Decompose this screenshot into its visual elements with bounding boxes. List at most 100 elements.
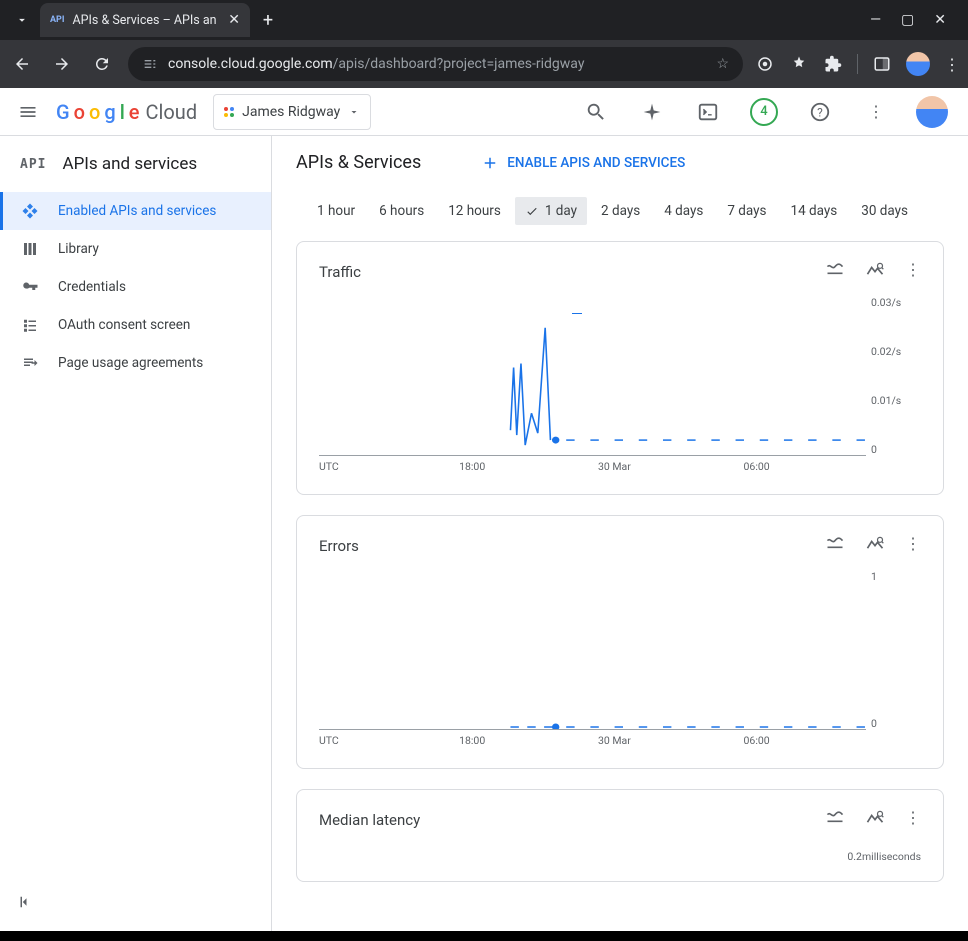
- page-title: APIs & Services: [296, 152, 421, 173]
- search-icon[interactable]: [576, 92, 616, 132]
- svg-text:?: ?: [817, 105, 823, 119]
- chart-title: Median latency: [319, 811, 825, 829]
- cloud-shell-icon[interactable]: [688, 92, 728, 132]
- window-controls: — ▢ ✕: [870, 12, 960, 28]
- api-logo-icon: API: [20, 157, 46, 172]
- chart-more-icon[interactable]: ⋮: [905, 808, 921, 832]
- minimize-icon[interactable]: —: [870, 12, 881, 28]
- tab-bar: API APIs & Services – APIs an ✕ + — ▢ ✕: [0, 0, 968, 40]
- maximize-icon[interactable]: ▢: [901, 12, 914, 28]
- key-icon: [20, 278, 40, 296]
- browser-chrome: API APIs & Services – APIs an ✕ + — ▢ ✕ …: [0, 0, 968, 88]
- browser-profile-avatar[interactable]: [906, 52, 930, 76]
- errors-chart: 1 0 UTC 18:00 30 Mar 06:00: [319, 570, 921, 750]
- gcp-header: GoogleCloud James Ridgway 4 ? ⋮: [0, 88, 968, 136]
- browser-nav-bar: console.cloud.google.com/apis/dashboard?…: [0, 40, 968, 88]
- diamond-icon: [20, 202, 40, 220]
- enable-apis-button[interactable]: ENABLE APIS AND SERVICES: [481, 154, 685, 172]
- explore-icon[interactable]: [865, 808, 885, 832]
- time-option-6hours[interactable]: 6 hours: [369, 197, 434, 225]
- back-button[interactable]: [8, 50, 36, 78]
- legend-toggle-icon[interactable]: [825, 808, 845, 832]
- sidebar-item-page-usage[interactable]: Page usage agreements: [0, 344, 271, 382]
- explore-icon[interactable]: [865, 260, 885, 284]
- sidebar-item-credentials[interactable]: Credentials: [0, 268, 271, 306]
- project-name: James Ridgway: [242, 104, 340, 120]
- sidebar-item-label: Library: [58, 241, 99, 257]
- agreement-icon: [20, 354, 40, 372]
- chart-more-icon[interactable]: ⋮: [905, 260, 921, 284]
- errors-chart-card: Errors ⋮: [296, 515, 944, 769]
- reload-button[interactable]: [88, 50, 116, 78]
- tab-search-dropdown[interactable]: [8, 6, 36, 34]
- side-panel-icon[interactable]: [872, 54, 892, 74]
- traffic-plot: [319, 296, 866, 455]
- chart-title: Traffic: [319, 263, 825, 281]
- sidebar-item-label: Credentials: [58, 279, 126, 295]
- gcp-logo[interactable]: GoogleCloud: [56, 100, 197, 124]
- close-tab-icon[interactable]: ✕: [228, 12, 240, 28]
- sidebar-item-oauth-consent[interactable]: OAuth consent screen: [0, 306, 271, 344]
- extensions-puzzle-icon[interactable]: [823, 54, 843, 74]
- time-option-14days[interactable]: 14 days: [781, 197, 848, 225]
- bookmark-star-icon[interactable]: ☆: [716, 56, 729, 72]
- tab-title: APIs & Services – APIs an: [72, 13, 220, 28]
- time-option-2days[interactable]: 2 days: [591, 197, 650, 225]
- legend-toggle-icon[interactable]: [825, 534, 845, 558]
- project-picker[interactable]: James Ridgway: [213, 94, 371, 130]
- time-option-12hours[interactable]: 12 hours: [438, 197, 511, 225]
- sidebar-item-label: Page usage agreements: [58, 355, 203, 371]
- page-content: GoogleCloud James Ridgway 4 ? ⋮ API APIs…: [0, 88, 968, 931]
- sidebar-item-label: OAuth consent screen: [58, 317, 190, 333]
- collapse-sidebar-icon[interactable]: [16, 893, 34, 915]
- sidebar-item-label: Enabled APIs and services: [58, 203, 216, 219]
- time-option-1day[interactable]: 1 day: [515, 197, 587, 225]
- errors-plot: [319, 570, 866, 729]
- gemini-icon[interactable]: [632, 92, 672, 132]
- main-header: APIs & Services ENABLE APIS AND SERVICES: [272, 136, 968, 189]
- latency-y-tick: 0.2milliseconds: [319, 844, 921, 863]
- plus-icon: [481, 154, 499, 172]
- forward-button[interactable]: [48, 50, 76, 78]
- chart-title: Errors: [319, 537, 825, 555]
- extension-icon-2[interactable]: [789, 54, 809, 74]
- sidebar-title: APIs and services: [62, 154, 197, 174]
- tab-favicon: API: [50, 15, 64, 25]
- chart-more-icon[interactable]: ⋮: [905, 534, 921, 558]
- sidebar-header: API APIs and services: [0, 136, 271, 192]
- explore-icon[interactable]: [865, 534, 885, 558]
- more-icon[interactable]: ⋮: [856, 92, 896, 132]
- dropdown-arrow-icon: [348, 106, 360, 118]
- library-icon: [20, 240, 40, 258]
- legend-toggle-icon[interactable]: [825, 260, 845, 284]
- consent-icon: [20, 316, 40, 334]
- hamburger-menu-icon[interactable]: [16, 102, 40, 122]
- time-range-selector: 1 hour 6 hours 12 hours 1 day 2 days 4 d…: [272, 189, 968, 241]
- divider: [857, 54, 858, 74]
- extension-icon-1[interactable]: [755, 54, 775, 74]
- help-icon[interactable]: ?: [800, 92, 840, 132]
- close-window-icon[interactable]: ✕: [934, 12, 946, 28]
- sidebar: API APIs and services Enabled APIs and s…: [0, 136, 272, 931]
- project-dots-icon: [224, 107, 234, 117]
- browser-tab[interactable]: API APIs & Services – APIs an ✕: [40, 3, 250, 37]
- site-settings-icon[interactable]: [142, 56, 158, 72]
- notifications-badge[interactable]: 4: [744, 92, 784, 132]
- latency-chart-card: Median latency ⋮ 0.2milliseconds: [296, 789, 944, 882]
- check-icon: [525, 204, 539, 218]
- main-content: APIs & Services ENABLE APIS AND SERVICES…: [272, 136, 968, 931]
- traffic-chart: 0.03/s 0.02/s 0.01/s 0 UTC 18:00 30 Mar …: [319, 296, 921, 476]
- url-bar[interactable]: console.cloud.google.com/apis/dashboard?…: [128, 47, 743, 81]
- time-option-1hour[interactable]: 1 hour: [307, 197, 365, 225]
- sidebar-item-enabled-apis[interactable]: Enabled APIs and services: [0, 192, 271, 230]
- url-text: console.cloud.google.com/apis/dashboard?…: [168, 56, 584, 72]
- time-option-7days[interactable]: 7 days: [717, 197, 776, 225]
- extension-icons: ⋮: [755, 52, 960, 76]
- time-option-4days[interactable]: 4 days: [654, 197, 713, 225]
- gcp-profile-avatar[interactable]: [912, 92, 952, 132]
- time-option-30days[interactable]: 30 days: [851, 197, 918, 225]
- browser-menu-icon[interactable]: ⋮: [944, 55, 960, 74]
- new-tab-button[interactable]: +: [254, 6, 282, 34]
- sidebar-item-library[interactable]: Library: [0, 230, 271, 268]
- traffic-chart-card: Traffic ⋮: [296, 241, 944, 495]
